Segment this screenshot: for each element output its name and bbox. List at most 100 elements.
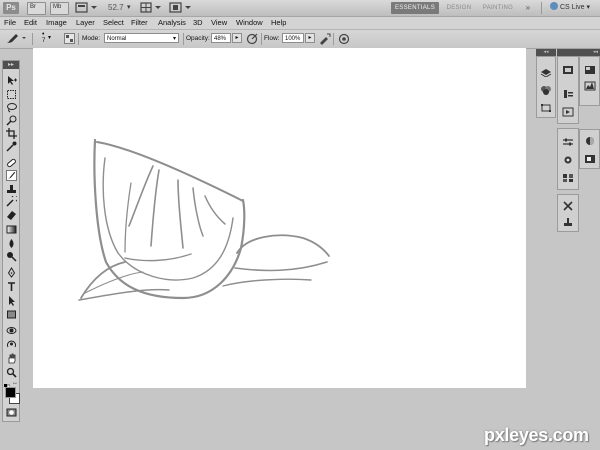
histogram-panel-icon[interactable]	[584, 81, 596, 91]
photoshop-logo: Ps	[3, 2, 19, 14]
cs-live-label: CS Live	[560, 4, 585, 11]
masks-panel-icon[interactable]	[562, 155, 574, 165]
opacity-input[interactable]: 48%	[211, 33, 231, 43]
history-panel-icon[interactable]	[562, 89, 574, 99]
color-panel-icon[interactable]	[584, 136, 596, 146]
rectangle-tool-icon[interactable]	[6, 309, 17, 320]
chevron-down-icon: ▾	[586, 4, 590, 11]
brush-tool-icon[interactable]	[6, 170, 17, 181]
adjustments-panel-icon[interactable]	[562, 137, 574, 147]
clone-stamp-tool-icon[interactable]	[6, 183, 17, 194]
gradient-tool-icon[interactable]	[6, 224, 17, 235]
document-canvas[interactable]	[33, 48, 526, 388]
menu-3d[interactable]: 3D	[193, 18, 203, 27]
divider	[541, 2, 542, 14]
eraser-tool-icon[interactable]	[6, 209, 17, 220]
eyedropper-tool-icon[interactable]	[6, 141, 17, 152]
panel-group	[557, 56, 579, 124]
opacity-slider-button[interactable]: ▸	[232, 33, 242, 43]
panel-dock-header[interactable]: ◂◂	[536, 49, 556, 56]
lasso-tool-icon[interactable]	[6, 102, 17, 113]
screen-mode-button[interactable]	[168, 2, 194, 14]
minibridge-button[interactable]: Mb	[50, 2, 69, 15]
panel-dock-header[interactable]: ◂◂	[557, 49, 600, 56]
paths-panel-icon[interactable]	[540, 103, 552, 113]
channels-panel-icon[interactable]	[540, 85, 552, 95]
marquee-tool-icon[interactable]	[6, 89, 17, 100]
layers-panel-icon[interactable]	[540, 67, 552, 77]
navigator-panel-icon[interactable]	[584, 65, 596, 75]
blend-mode-select[interactable]: Normal ▾	[104, 33, 179, 43]
menu-bar: File Edit Image Layer Select Filter Anal…	[0, 17, 600, 29]
view-extras-button[interactable]	[74, 2, 100, 14]
menu-analysis[interactable]: Analysis	[158, 18, 186, 27]
panel-group	[579, 129, 600, 169]
actions-panel-icon[interactable]	[562, 107, 574, 117]
workspace-painting[interactable]: PAINTING	[479, 2, 517, 14]
bridge-button[interactable]: Br	[27, 2, 46, 15]
airbrush-icon[interactable]	[318, 32, 331, 45]
citrus-slice-sketch	[78, 138, 330, 301]
chevron-down-icon: ▾	[48, 35, 52, 41]
dodge-tool-icon[interactable]	[6, 251, 17, 262]
zoom-level[interactable]: 52.7	[108, 3, 124, 12]
crop-tool-icon[interactable]	[6, 128, 17, 139]
brush-preset-icon[interactable]	[6, 32, 26, 45]
swap-colors-icon[interactable]: ↔	[12, 380, 18, 386]
history-brush-tool-icon[interactable]	[6, 196, 17, 207]
menu-view[interactable]: View	[211, 18, 227, 27]
move-tool-icon[interactable]	[6, 75, 17, 86]
panel-group	[557, 128, 579, 190]
tablet-pressure-size-icon[interactable]	[338, 32, 351, 45]
swatches-panel-icon[interactable]	[584, 154, 596, 164]
menu-image[interactable]: Image	[46, 18, 67, 27]
foreground-color-swatch[interactable]	[5, 387, 16, 398]
spot-healing-brush-tool-icon[interactable]	[6, 157, 17, 168]
default-colors-icon[interactable]	[4, 381, 11, 389]
type-tool-icon[interactable]	[6, 281, 17, 292]
brush-size-picker[interactable]: • 7 ▾	[40, 31, 54, 46]
flow-slider-button[interactable]: ▸	[305, 33, 315, 43]
blend-mode-value: Normal	[107, 36, 127, 42]
cs-live-icon	[550, 2, 558, 10]
workspace-design[interactable]: DESIGN	[442, 2, 476, 14]
panel-group	[579, 56, 600, 106]
zoom-dropdown-icon[interactable]: ▾	[127, 3, 131, 11]
watermark: pxleyes.com	[484, 425, 589, 445]
divider	[261, 33, 262, 45]
tool-presets-panel-icon[interactable]	[562, 201, 574, 211]
path-selection-tool-icon[interactable]	[6, 295, 17, 306]
application-bar: Ps Br Mb 52.7 ▾ ESSENTIALS DESIGN PAINTI…	[0, 0, 600, 17]
panel-dock	[536, 56, 556, 118]
menu-edit[interactable]: Edit	[24, 18, 37, 27]
menu-file[interactable]: File	[4, 18, 16, 27]
menu-window[interactable]: Window	[236, 18, 263, 27]
clone-source-panel-icon[interactable]	[562, 217, 574, 227]
more-workspaces-button[interactable]: »	[523, 2, 533, 14]
quick-mask-icon[interactable]	[6, 407, 17, 418]
tools-panel: ↔	[2, 69, 20, 422]
blur-tool-icon[interactable]	[6, 238, 17, 249]
menu-help[interactable]: Help	[271, 18, 286, 27]
cs-live-button[interactable]: CS Live ▾	[550, 2, 598, 14]
pen-tool-icon[interactable]	[6, 267, 17, 278]
divider	[32, 33, 33, 45]
mini-bridge-panel-icon[interactable]	[562, 65, 574, 75]
3d-orbit-tool-icon[interactable]	[6, 339, 17, 350]
quick-selection-tool-icon[interactable]	[6, 115, 17, 126]
brush-panel-toggle-icon[interactable]	[64, 33, 75, 44]
divider	[333, 33, 334, 45]
opacity-label: Opacity:	[186, 35, 210, 42]
styles-panel-icon[interactable]	[562, 173, 574, 183]
3d-rotate-tool-icon[interactable]	[6, 325, 17, 336]
tablet-pressure-opacity-icon[interactable]	[246, 32, 259, 45]
hand-tool-icon[interactable]	[6, 353, 17, 364]
workspace-essentials[interactable]: ESSENTIALS	[391, 2, 439, 14]
divider	[78, 33, 79, 45]
menu-filter[interactable]: Filter	[131, 18, 148, 27]
menu-select[interactable]: Select	[103, 18, 124, 27]
flow-input[interactable]: 100%	[282, 33, 304, 43]
arrange-documents-button[interactable]	[139, 2, 165, 14]
menu-layer[interactable]: Layer	[76, 18, 95, 27]
zoom-tool-icon[interactable]	[6, 367, 17, 378]
